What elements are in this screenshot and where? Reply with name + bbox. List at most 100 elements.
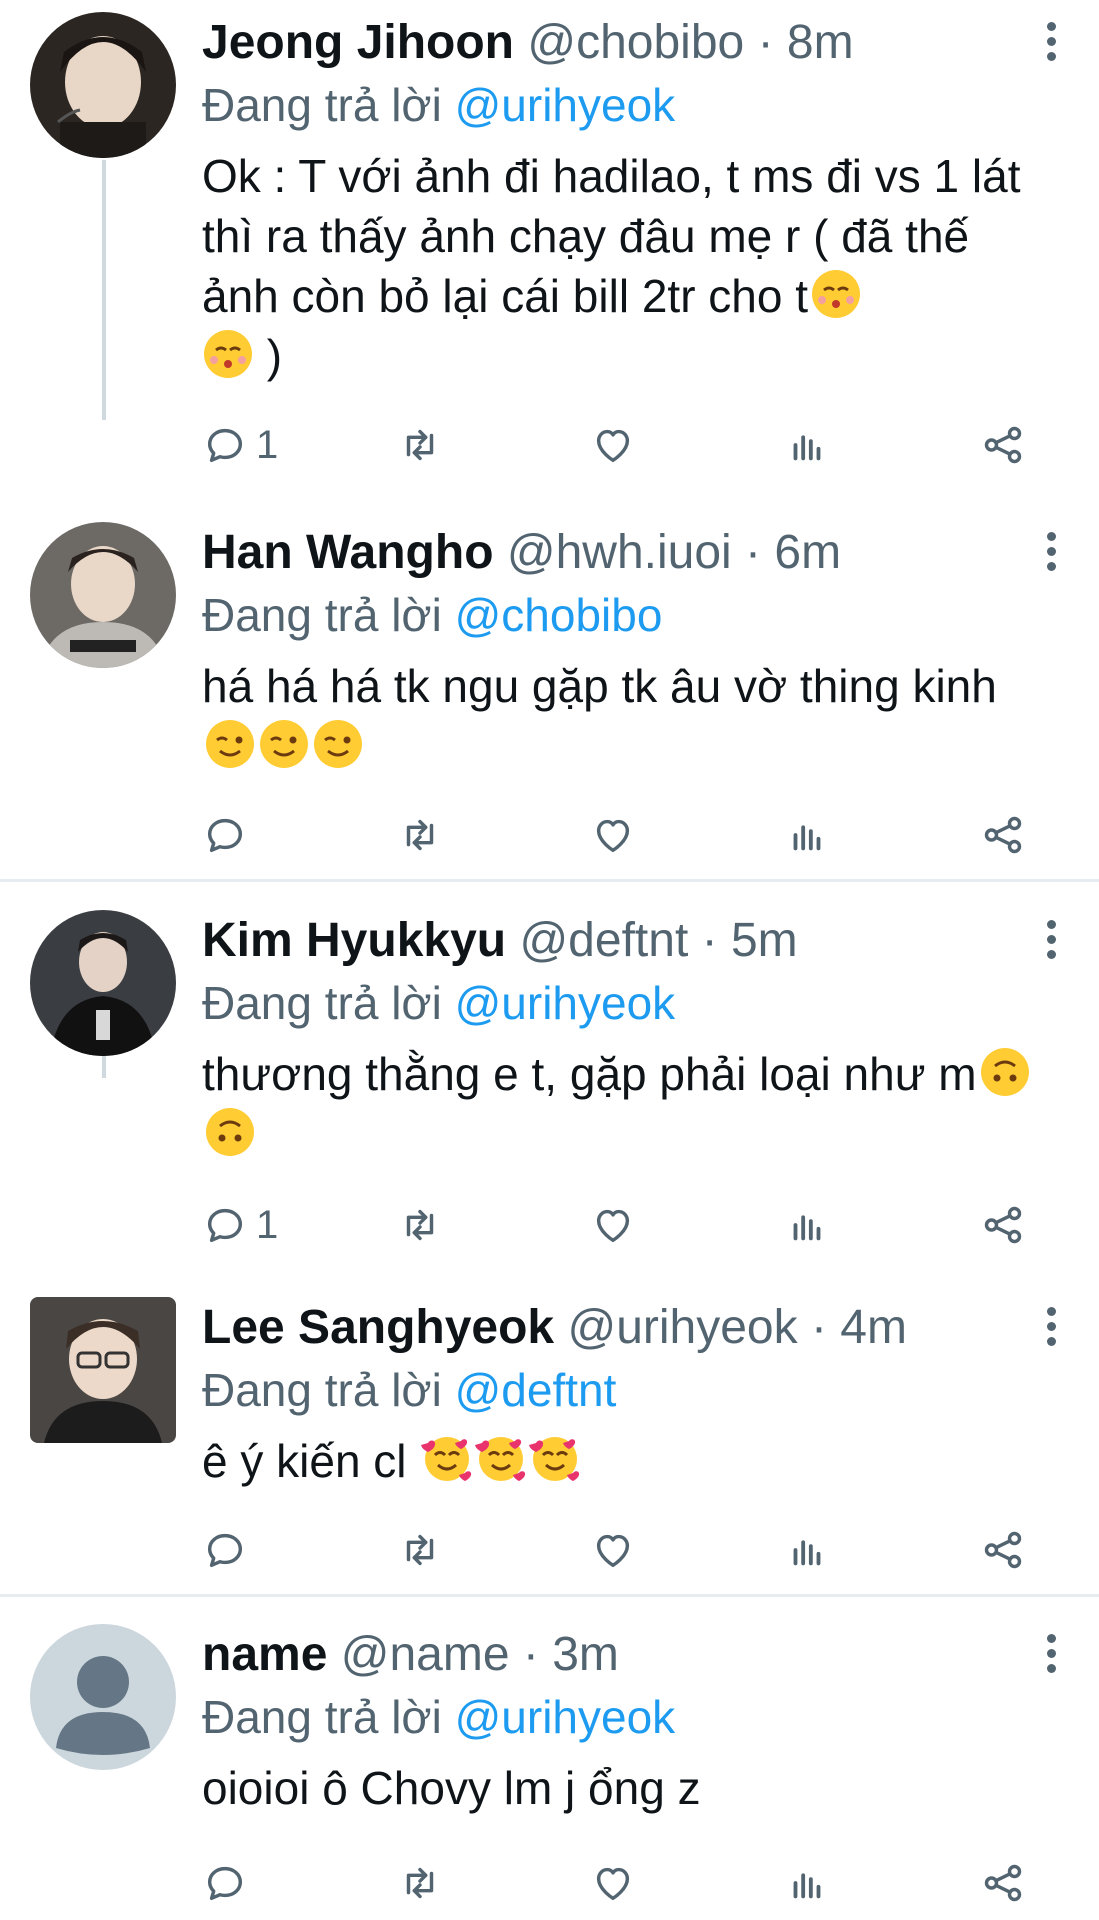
more-options-icon[interactable] — [1031, 1303, 1071, 1353]
timestamp[interactable]: 5m — [731, 914, 798, 967]
mention-link[interactable]: @deftnt — [455, 1364, 617, 1416]
retweet-button[interactable] — [397, 810, 443, 860]
display-name[interactable]: Lee Sanghyeok — [202, 1301, 554, 1354]
avatar[interactable] — [30, 1624, 176, 1770]
analytics-button[interactable] — [784, 420, 830, 470]
more-options-icon[interactable] — [1031, 1630, 1071, 1680]
action-bar — [202, 810, 1032, 860]
user-handle[interactable]: @urihyeok — [567, 1301, 797, 1354]
user-handle[interactable]: @name — [341, 1628, 510, 1681]
display-name[interactable]: Kim Hyukkyu — [202, 914, 506, 967]
replying-prefix: Đang trả lời — [202, 1691, 442, 1743]
timestamp[interactable]: 8m — [787, 16, 854, 69]
share-icon — [984, 1864, 1022, 1902]
analytics-button[interactable] — [784, 1858, 830, 1908]
action-bar: 1 — [202, 1200, 1032, 1250]
avatar[interactable] — [30, 1297, 176, 1443]
like-button[interactable] — [590, 420, 636, 470]
share-icon — [984, 816, 1022, 854]
display-name[interactable]: Han Wangho — [202, 526, 494, 579]
mention-link[interactable]: @chobibo — [455, 589, 663, 641]
analytics-icon — [793, 1540, 821, 1566]
share-icon — [984, 1206, 1022, 1244]
upside-down-face-icon — [979, 1046, 1031, 1098]
user-handle[interactable]: @hwh.iuoi — [507, 526, 732, 579]
analytics-button[interactable] — [784, 1525, 830, 1575]
retweet-button[interactable] — [397, 420, 443, 470]
retweet-button[interactable] — [397, 1200, 443, 1250]
like-button[interactable] — [590, 1200, 636, 1250]
smiling-face-with-hearts-icon — [475, 1433, 527, 1485]
user-handle[interactable]: @chobibo — [527, 16, 744, 69]
retweet-icon — [406, 1867, 434, 1899]
heart-icon — [596, 1867, 630, 1901]
reply-icon — [207, 818, 243, 853]
tweet-lee-sanghyeok[interactable]: Lee Sanghyeok @urihyeok · 4m Đang trả lờ… — [0, 1285, 1099, 1595]
retweet-icon — [406, 1209, 434, 1241]
tweet-header: Jeong Jihoon @chobibo · 8m — [202, 12, 1039, 74]
tweet-han-wangho[interactable]: Han Wangho @hwh.iuoi · 6m Đang trả lời @… — [0, 510, 1099, 880]
reply-thread: Jeong Jihoon @chobibo · 8m Đang trả lời … — [0, 0, 1099, 1920]
timestamp[interactable]: 4m — [840, 1301, 907, 1354]
more-options-icon[interactable] — [1031, 916, 1071, 966]
analytics-button[interactable] — [784, 810, 830, 860]
display-name[interactable]: Jeong Jihoon — [202, 16, 514, 69]
separator: · — [745, 526, 762, 579]
share-button[interactable] — [980, 1525, 1026, 1575]
more-options-icon[interactable] — [1031, 528, 1071, 578]
reply-button[interactable] — [202, 1858, 256, 1908]
share-button[interactable] — [980, 420, 1026, 470]
tweet-text-part: ) — [254, 330, 283, 382]
more-options-icon[interactable] — [1031, 18, 1071, 68]
reply-button[interactable]: 1 — [202, 1200, 278, 1250]
retweet-icon — [406, 819, 434, 851]
tweet-text: oioioi ô Chovy lm j ổng z — [202, 1758, 1039, 1818]
share-button[interactable] — [980, 1858, 1026, 1908]
smiling-face-with-hearts-icon — [421, 1433, 473, 1485]
reply-button[interactable] — [202, 810, 256, 860]
tweet-name[interactable]: name @name · 3m Đang trả lời @urihyeok o… — [0, 1612, 1099, 1920]
reply-icon — [207, 428, 243, 463]
action-bar — [202, 1858, 1032, 1908]
tweet-text: Ok : T với ảnh đi hadilao, t ms đi vs 1 … — [202, 146, 1039, 386]
tweet-jeong-jihoon[interactable]: Jeong Jihoon @chobibo · 8m Đang trả lời … — [0, 0, 1099, 500]
tweet-kim-hyukkyu[interactable]: Kim Hyukkyu @deftnt · 5m Đang trả lời @u… — [0, 898, 1099, 1278]
like-button[interactable] — [590, 1858, 636, 1908]
retweet-button[interactable] — [397, 1858, 443, 1908]
reply-button[interactable]: 1 — [202, 420, 278, 470]
share-icon — [984, 1531, 1022, 1569]
analytics-button[interactable] — [784, 1200, 830, 1250]
timestamp[interactable]: 6m — [774, 526, 841, 579]
share-button[interactable] — [980, 810, 1026, 860]
replying-to: Đang trả lời @urihyeok — [202, 972, 1039, 1034]
heart-icon — [596, 429, 630, 463]
display-name[interactable]: name — [202, 1628, 327, 1681]
replying-prefix: Đang trả lời — [202, 589, 442, 641]
avatar[interactable] — [30, 12, 176, 158]
reply-icon — [207, 1208, 243, 1243]
mention-link[interactable]: @urihyeok — [455, 79, 676, 131]
tweet-text-part: oioioi ô Chovy lm j ổng z — [202, 1762, 701, 1814]
reply-icon — [207, 1533, 243, 1568]
mention-link[interactable]: @urihyeok — [455, 1691, 676, 1743]
analytics-icon — [793, 825, 821, 851]
mention-link[interactable]: @urihyeok — [455, 977, 676, 1029]
replying-prefix: Đang trả lời — [202, 977, 442, 1029]
like-button[interactable] — [590, 810, 636, 860]
tweet-header: Kim Hyukkyu @deftnt · 5m — [202, 910, 1039, 972]
reply-button[interactable] — [202, 1525, 256, 1575]
tweet-text: ê ý kiến cl — [202, 1431, 1039, 1491]
heart-icon — [596, 1209, 630, 1243]
share-button[interactable] — [980, 1200, 1026, 1250]
divider — [0, 1594, 1099, 1597]
retweet-button[interactable] — [397, 1525, 443, 1575]
avatar[interactable] — [30, 522, 176, 668]
avatar[interactable] — [30, 910, 176, 1056]
replying-to: Đang trả lời @deftnt — [202, 1359, 1039, 1421]
tweet-text-part: thương thằng e t, gặp phải loại như m — [202, 1048, 977, 1100]
user-handle[interactable]: @deftnt — [519, 914, 688, 967]
reply-icon — [207, 1866, 243, 1901]
separator: · — [757, 16, 774, 69]
timestamp[interactable]: 3m — [552, 1628, 619, 1681]
like-button[interactable] — [590, 1525, 636, 1575]
